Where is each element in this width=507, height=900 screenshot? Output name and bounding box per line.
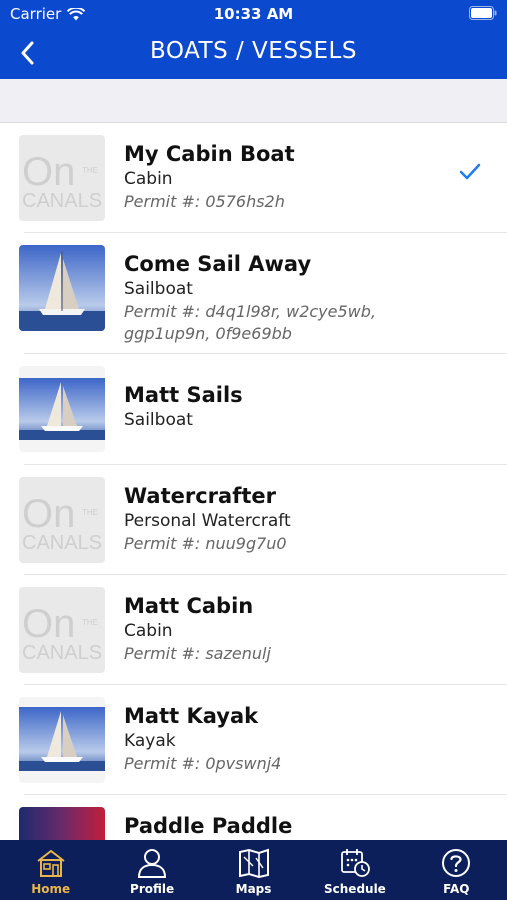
tab-label: Profile: [130, 882, 175, 896]
vessel-permit: Permit #: nuu9g7u0: [124, 534, 287, 553]
tab-home[interactable]: Home: [0, 840, 101, 900]
clock: 10:33 AM: [213, 5, 294, 23]
vessel-row[interactable]: Matt Sails Sailboat: [0, 354, 507, 465]
svg-text:On: On: [22, 492, 75, 536]
tab-maps[interactable]: Maps: [203, 840, 304, 900]
vessel-type: Kayak: [124, 731, 176, 751]
vessel-name: Come Sail Away: [124, 252, 312, 276]
on-the-canals-logo: On THE CANALS: [19, 135, 105, 221]
vessel-permit: Permit #: sazenulj: [124, 644, 271, 663]
list-header-spacer: [0, 79, 507, 123]
on-the-canals-logo: On THE CANALS: [19, 587, 105, 673]
tab-bar: Home Profile Maps Schedule FAQ: [0, 840, 507, 900]
paddle-photo: [19, 807, 105, 840]
vessel-type: Sailboat: [124, 410, 193, 430]
svg-text:CANALS: CANALS: [22, 642, 102, 664]
vessel-row[interactable]: On THE CANALS Watercrafter Personal Wate…: [0, 465, 507, 575]
vessel-permit: Permit #: d4q1l98r, w2cye5wb,: [124, 302, 376, 321]
vessel-type: Cabin: [124, 169, 173, 189]
svg-text:On: On: [22, 602, 75, 646]
svg-text:THE: THE: [82, 618, 98, 627]
sailboat-photo: [19, 697, 105, 783]
vessel-type: Personal Watercraft: [124, 511, 291, 531]
tab-label: FAQ: [443, 882, 470, 896]
vessel-row[interactable]: On THE CANALS Matt Cabin Cabin Permit #:…: [0, 575, 507, 685]
vessel-name: Paddle Paddle: [124, 814, 293, 838]
faq-icon: [442, 849, 471, 877]
vessel-permit: Permit #: 0576hs2h: [124, 192, 285, 211]
sailboat-photo: [19, 245, 105, 331]
vessel-name: Watercrafter: [124, 484, 276, 508]
schedule-icon: [341, 849, 370, 877]
tab-label: Home: [31, 882, 71, 896]
sailboat-photo: [19, 366, 105, 452]
vessel-list[interactable]: On THE CANALS My Cabin Boat Cabin Permit…: [0, 123, 507, 840]
vessel-thumbnail: On THE CANALS: [19, 135, 105, 221]
on-the-canals-logo: On THE CANALS: [19, 477, 105, 563]
vessel-permit: Permit #: 0pvswnj4: [124, 754, 282, 773]
vessel-thumbnail: On THE CANALS: [19, 587, 105, 673]
svg-text:THE: THE: [82, 166, 98, 175]
vessel-row[interactable]: Paddle Paddle: [0, 795, 507, 840]
vessel-name: Matt Kayak: [124, 704, 259, 728]
vessel-thumbnail: On THE CANALS: [19, 477, 105, 563]
profile-icon: [138, 849, 167, 878]
vessel-thumbnail: [19, 366, 105, 452]
home-icon: [37, 849, 65, 877]
map-icon: [238, 848, 269, 878]
vessel-thumbnail: [19, 807, 105, 840]
tab-profile[interactable]: Profile: [101, 840, 202, 900]
vessel-permit-continued: ggp1up9n, 0f9e69bb: [124, 324, 292, 343]
svg-text:On: On: [22, 150, 75, 194]
vessel-name: Matt Sails: [124, 383, 243, 407]
tab-schedule[interactable]: Schedule: [304, 840, 405, 900]
vessel-row[interactable]: Matt Kayak Kayak Permit #: 0pvswnj4: [0, 685, 507, 795]
vessel-name: Matt Cabin: [124, 594, 254, 618]
vessel-thumbnail: [19, 697, 105, 783]
svg-text:CANALS: CANALS: [22, 532, 102, 554]
vessel-row[interactable]: Come Sail Away Sailboat Permit #: d4q1l9…: [0, 233, 507, 354]
tab-label: Maps: [235, 882, 272, 896]
vessel-type: Cabin: [124, 621, 173, 641]
vessel-row[interactable]: On THE CANALS My Cabin Boat Cabin Permit…: [0, 123, 507, 233]
navigation-bar: BOATS / VESSELS: [0, 28, 507, 79]
tab-label: Schedule: [324, 882, 386, 896]
battery-icon: [469, 6, 497, 24]
vessel-thumbnail: [19, 245, 105, 331]
vessel-type: Sailboat: [124, 279, 193, 299]
status-bar: Carrier 10:33 AM: [0, 0, 507, 28]
svg-text:CANALS: CANALS: [22, 190, 102, 212]
svg-text:THE: THE: [82, 508, 98, 517]
page-title: BOATS / VESSELS: [150, 38, 357, 64]
tab-faq[interactable]: FAQ: [406, 840, 507, 900]
vessel-name: My Cabin Boat: [124, 142, 295, 166]
checkmark-icon: [459, 163, 481, 185]
